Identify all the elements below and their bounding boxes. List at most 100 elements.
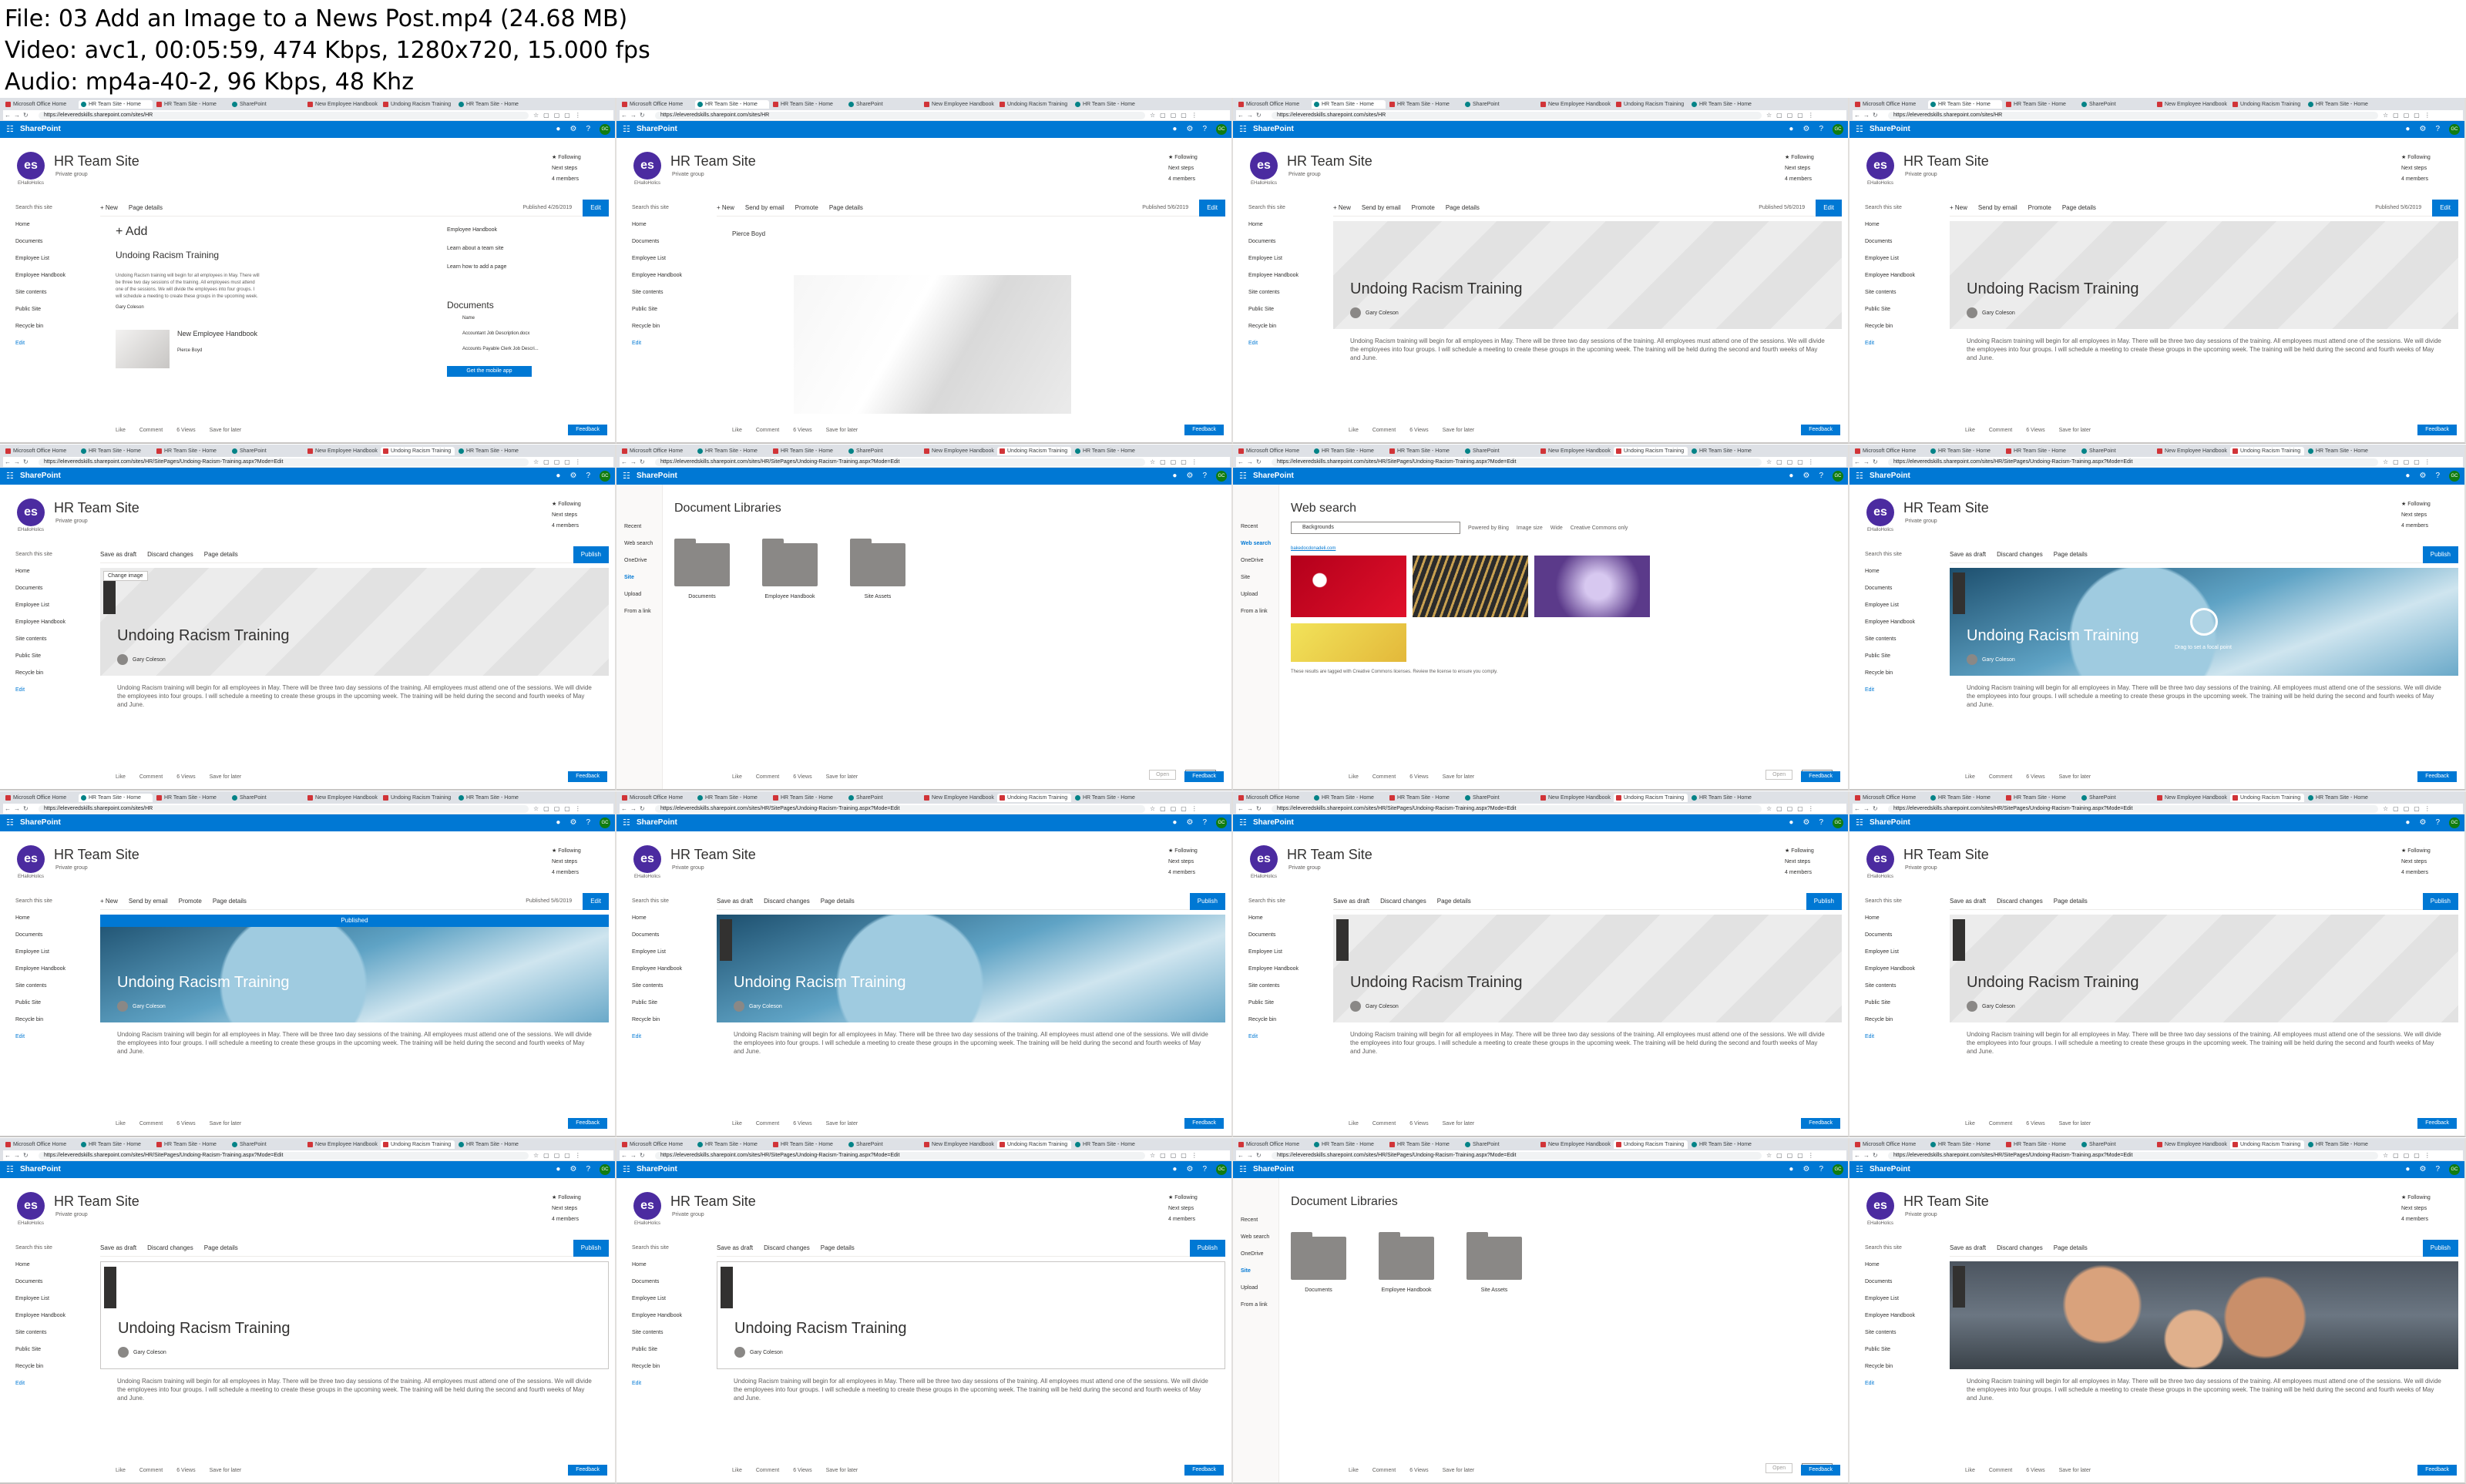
page-details-button[interactable]: Page details [2062,204,2096,211]
browser-tab[interactable]: Undoing Racism Training [997,1140,1071,1149]
like-button[interactable]: Like [1349,428,1359,433]
save-for-later-button[interactable]: Save for later [2059,774,2091,780]
next-steps-button[interactable]: Next steps [552,857,598,868]
browser-tab[interactable]: HR Team Site - Home [695,1140,769,1149]
new-button[interactable]: + New [1950,204,1967,211]
next-steps-button[interactable]: Next steps [552,163,598,174]
browser-tab[interactable]: Microsoft Office Home [3,1140,77,1149]
browser-tab[interactable]: Undoing Racism Training [997,794,1071,802]
news-title[interactable]: Undoing Racism Training [118,1320,290,1338]
browser-tab[interactable]: Microsoft Office Home [620,794,694,802]
picker-nav-item[interactable]: From a link [1241,603,1278,620]
picker-nav-item[interactable]: Upload [624,586,662,603]
bell-icon[interactable]: ● [2405,1164,2410,1175]
site-logo[interactable]: es [1866,845,1894,873]
folder-item[interactable]: Employee Handbook [762,539,818,599]
folder-item[interactable]: Documents [1291,1232,1346,1293]
bell-icon[interactable]: ● [2405,818,2410,828]
discard-changes-button[interactable]: Discard changes [1380,898,1426,905]
nav-item[interactable]: Employee List [1248,250,1325,267]
browser-tab[interactable]: HR Team Site - Home [1689,794,1763,802]
site-title[interactable]: HR Team Site [1903,153,1989,170]
title-area-image[interactable]: Change image Undoing Racism Training Gary … [100,568,609,676]
url-input[interactable]: https://eleveredskills.sharepoint.com/si… [655,111,1145,119]
feedback-button[interactable]: Feedback [1801,425,1840,435]
save-for-later-button[interactable]: Save for later [2059,428,2091,433]
bell-icon[interactable]: ● [556,818,560,828]
url-input[interactable]: https://eleveredskills.sharepoint.com/si… [655,1151,1145,1160]
news-title[interactable]: Undoing Racism Training [1350,280,1522,298]
news-body-text[interactable]: Undoing Racism training will begin for a… [1967,1030,2444,1056]
nav-item[interactable]: Public Site [15,301,92,318]
picker-nav-item[interactable]: Web search [1241,536,1278,552]
nav-item[interactable]: Site contents [1248,978,1325,995]
save-for-later-button[interactable]: Save for later [826,1121,858,1126]
nav-edit-link[interactable]: Edit [15,1375,92,1392]
picker-nav-item[interactable]: Site [1241,1263,1278,1280]
nav-item[interactable]: Employee List [1865,597,1942,614]
nav-item[interactable]: Public Site [1865,301,1942,318]
comment-button[interactable]: Comment [1989,1121,2012,1126]
browser-tab[interactable]: HR Team Site - Home [1073,100,1147,109]
nav-item[interactable]: Home [1865,910,1942,927]
browser-tab[interactable]: HR Team Site - Home [456,100,530,109]
feedback-button[interactable]: Feedback [1801,1118,1840,1129]
site-logo[interactable]: es [1866,1192,1894,1220]
gear-icon[interactable]: ⚙ [2419,124,2426,135]
sharepoint-brand[interactable]: SharePoint [20,472,61,481]
sharepoint-brand[interactable]: SharePoint [637,1165,677,1174]
comment-button[interactable]: Comment [1372,1121,1396,1126]
nav-edit-link[interactable]: Edit [15,335,92,352]
members-count[interactable]: 4 members [552,868,598,878]
page-details-button[interactable]: Page details [204,551,238,558]
nav-edit-link[interactable]: Edit [1248,335,1325,352]
browser-tab[interactable]: New Employee Handbook [305,100,379,109]
browser-tab[interactable]: Microsoft Office Home [1853,794,1927,802]
feedback-button[interactable]: Feedback [568,1118,607,1129]
browser-tab[interactable]: SharePoint [1463,794,1537,802]
nav-item[interactable]: Home [1865,1257,1942,1274]
browser-tab[interactable]: New Employee Handbook [922,100,996,109]
browser-tab[interactable]: Undoing Racism Training [2230,794,2304,802]
site-logo[interactable]: es [633,1192,661,1220]
feedback-button[interactable]: Feedback [1184,771,1224,782]
search-input[interactable]: Search this site [1248,893,1325,910]
search-input[interactable]: Search this site [15,200,92,217]
search-input[interactable]: Search this site [632,200,709,217]
news-body-text[interactable]: Undoing Racism training will begin for a… [1967,683,2444,709]
nav-buttons-icon[interactable]: ←→↻ [620,112,655,119]
site-title[interactable]: HR Team Site [670,153,756,170]
nav-item[interactable]: Employee List [15,944,92,961]
browser-tab[interactable]: Microsoft Office Home [1236,1140,1310,1149]
bell-icon[interactable]: ● [2405,471,2410,482]
sharepoint-brand[interactable]: SharePoint [1253,125,1294,134]
site-title[interactable]: HR Team Site [54,153,139,170]
save-as-draft-button[interactable]: Save as draft [1333,898,1369,905]
bell-icon[interactable]: ● [1789,818,1793,828]
nav-item[interactable]: Home [632,1257,709,1274]
nav-item[interactable]: Home [1248,217,1325,233]
nav-edit-link[interactable]: Edit [632,1029,709,1046]
nav-edit-link[interactable]: Edit [1865,1375,1942,1392]
nav-buttons-icon[interactable]: ←→↻ [620,1152,655,1159]
nav-item[interactable]: Documents [15,1274,92,1291]
following-button[interactable]: ★ Following [2401,153,2448,163]
next-steps-button[interactable]: Next steps [2401,1204,2448,1214]
nav-item[interactable]: Recycle bin [1865,318,1942,335]
nav-edit-link[interactable]: Edit [632,335,709,352]
nav-buttons-icon[interactable]: ←→↻ [3,1152,39,1159]
bell-icon[interactable]: ● [2405,124,2410,135]
browser-tab[interactable]: New Employee Handbook [1538,100,1612,109]
next-steps-button[interactable]: Next steps [1785,163,1831,174]
news-title[interactable]: Undoing Racism Training [117,627,289,645]
edit-button[interactable]: Edit [2432,199,2458,217]
browser-tab[interactable]: SharePoint [2079,1140,2153,1149]
nav-buttons-icon[interactable]: ←→↻ [3,805,39,812]
mobile-app-button[interactable]: Get the mobile app [447,366,532,377]
help-icon[interactable]: ? [1202,124,1207,135]
nav-item[interactable]: Documents [1248,927,1325,944]
browser-tab[interactable]: HR Team Site - Home [1387,794,1461,802]
browser-tab[interactable]: SharePoint [846,794,920,802]
nav-item[interactable]: Employee Handbook [632,267,709,284]
bell-icon[interactable]: ● [1789,471,1793,482]
